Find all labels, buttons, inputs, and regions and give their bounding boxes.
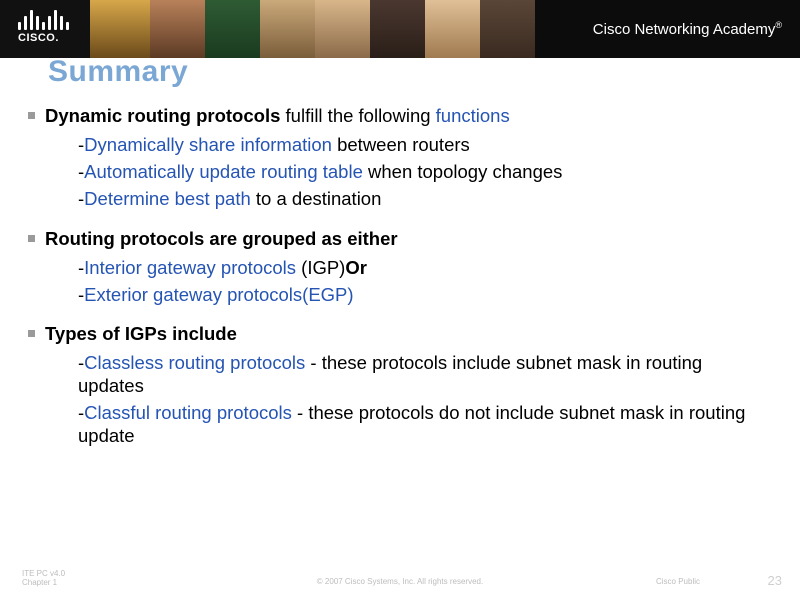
cisco-logo-text: CISCO. [18,32,69,44]
sub-bullet: -Classless routing protocols - these pro… [78,351,772,397]
slide-header: CISCO. Cisco Networking Academy® [0,0,800,58]
slide-title: Summary [48,55,188,89]
cisco-logo: CISCO. [18,6,69,44]
bullet-item: Types of IGPs include [28,322,772,345]
sub-bullet: -Determine best path to a destination [78,187,772,210]
sub-bullet: -Exterior gateway protocols(EGP) [78,283,772,306]
bullet-text: Routing protocols are grouped as either [45,227,398,250]
bullet-text: Types of IGPs include [45,322,237,345]
square-bullet-icon [28,112,35,119]
bullet-group: Dynamic routing protocols fulfill the fo… [28,104,772,211]
square-bullet-icon [28,235,35,242]
bullet-group: Routing protocols are grouped as either … [28,227,772,306]
slide-body: Dynamic routing protocols fulfill the fo… [28,104,772,464]
slide-footer: ITE PC v4.0 Chapter 1 © 2007 Cisco Syste… [0,564,800,590]
sub-bullet: -Automatically update routing table when… [78,160,772,183]
footer-classification: Cisco Public [656,577,700,586]
sub-bullet: -Dynamically share information between r… [78,133,772,156]
bullet-item: Routing protocols are grouped as either [28,227,772,250]
sub-bullet: -Classful routing protocols - these prot… [78,401,772,447]
academy-brand: Cisco Networking Academy® [593,20,782,38]
trademark-icon: ® [775,20,782,30]
cisco-bars-icon [18,6,69,30]
bullet-group: Types of IGPs include -Classless routing… [28,322,772,448]
sub-bullet: -Interior gateway protocols (IGP)Or [78,256,772,279]
bullet-item: Dynamic routing protocols fulfill the fo… [28,104,772,127]
footer-page-number: 23 [768,573,782,588]
bullet-text: Dynamic routing protocols fulfill the fo… [45,104,510,127]
square-bullet-icon [28,330,35,337]
academy-text: Cisco Networking Academy [593,21,776,38]
